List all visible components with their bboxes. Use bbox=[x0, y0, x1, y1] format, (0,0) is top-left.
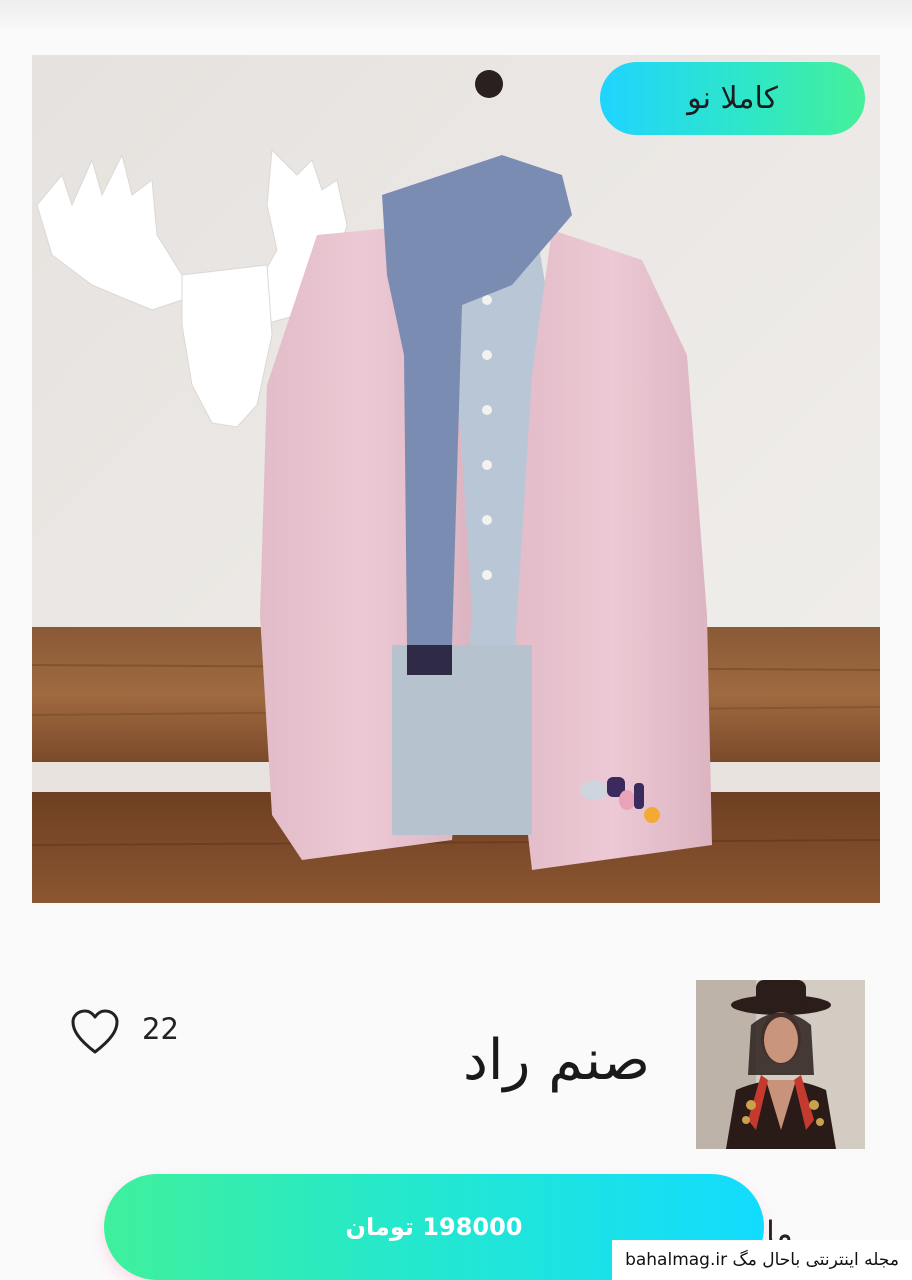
seller-avatar[interactable] bbox=[696, 980, 865, 1149]
condition-badge[interactable]: کاملا نو bbox=[600, 62, 865, 135]
seller-avatar-image bbox=[696, 980, 865, 1149]
product-detail-page: کاملا نو 22 صنم راد ما 198000 تومان مجله… bbox=[0, 0, 912, 1280]
coat-photo-illustration bbox=[32, 55, 880, 903]
watermark: مجله اینترنتی باحال مگ bahalmag.ir bbox=[612, 1240, 912, 1280]
heart-outline-icon[interactable] bbox=[70, 1008, 120, 1058]
product-photo[interactable] bbox=[32, 55, 880, 903]
top-bar bbox=[0, 0, 912, 28]
like-count: 22 bbox=[142, 1012, 179, 1046]
seller-name[interactable]: صنم راد bbox=[463, 1028, 650, 1093]
